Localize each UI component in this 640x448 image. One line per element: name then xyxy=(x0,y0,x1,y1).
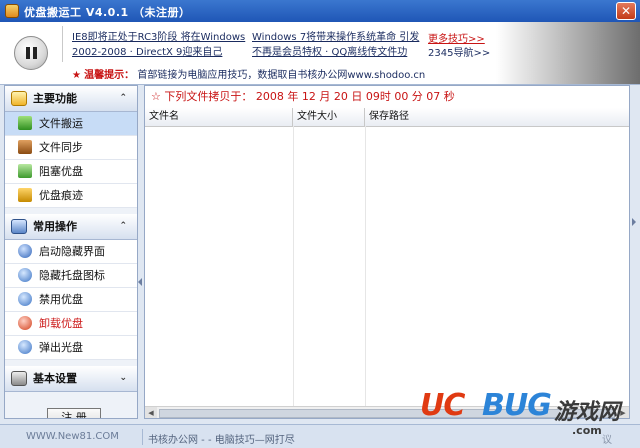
copy-time-header: ☆ 下列文件拷贝于： 2008 年 12 月 20 日 09时 00 分 07 … xyxy=(145,86,629,109)
home-icon xyxy=(11,91,27,106)
collapse-left-arrow-icon[interactable] xyxy=(138,278,142,286)
sidebar-item-file-move[interactable]: 文件搬运 xyxy=(5,112,137,136)
sidebar-item-disable-udisk[interactable]: 禁用优盘 xyxy=(5,288,137,312)
app-logo-icon xyxy=(5,4,19,18)
close-button[interactable]: ✕ xyxy=(616,2,636,20)
header-divider xyxy=(62,26,63,62)
scroll-left-icon[interactable]: ◀ xyxy=(145,407,157,418)
column-save-path[interactable]: 保存路径 xyxy=(365,108,629,126)
window-title: 优盘搬运工 V4.0.1 （未注册） xyxy=(24,6,191,19)
column-divider xyxy=(293,126,294,406)
notice-text: 首部链接为电脑应用技巧，数据取自书核办公网www.shodoo.cn xyxy=(137,70,426,81)
sidebar-item-label: 禁用优盘 xyxy=(39,293,83,306)
section-main-functions[interactable]: 主要功能 ⌃ xyxy=(5,86,137,112)
news-link-2[interactable]: Windows 7将带来操作系统革命 引发 xyxy=(252,28,419,43)
column-file-size[interactable]: 文件大小 xyxy=(293,108,365,126)
disable-icon xyxy=(18,292,32,306)
star-icon: ★ xyxy=(72,70,81,81)
sidebar-item-label: 文件同步 xyxy=(39,141,83,154)
column-divider xyxy=(365,126,366,406)
title-bar[interactable]: 优盘搬运工 V4.0.1 （未注册） ✕ xyxy=(0,0,640,22)
status-site-url: WWW.New81.COM xyxy=(26,431,119,442)
chevron-up-icon[interactable]: ⌃ xyxy=(119,86,127,111)
computer-icon xyxy=(11,219,27,234)
news-link-4[interactable]: 不再是会员特权 · QQ离线传文件功 xyxy=(252,43,407,58)
sidebar-item-hide-tray[interactable]: 隐藏托盘图标 xyxy=(5,264,137,288)
ucbug-watermark-logo: UC BUG 游戏网 .com xyxy=(420,388,634,440)
register-button[interactable]: 注 册 xyxy=(47,408,101,418)
section-basic-settings[interactable]: 基本设置 ⌄ xyxy=(5,366,137,392)
sidebar-item-block-udisk[interactable]: 阻塞优盘 xyxy=(5,160,137,184)
unmount-icon xyxy=(18,316,32,330)
sidebar-item-label: 隐藏托盘图标 xyxy=(39,269,105,282)
checkmark-icon xyxy=(18,116,32,130)
notice-bar: ★ 温馨提示： 首部链接为电脑应用技巧，数据取自书核办公网www.shodoo.… xyxy=(72,66,425,81)
status-slogan: 书核办公网 - - 电脑技巧—网打尽 xyxy=(148,435,295,446)
sidebar-item-label: 阻塞优盘 xyxy=(39,165,83,178)
sidebar-item-label: 优盘痕迹 xyxy=(39,189,83,202)
table-header: 文件名 文件大小 保存路径 xyxy=(145,108,629,127)
chevron-down-icon[interactable]: ⌄ xyxy=(119,366,127,391)
column-file-name[interactable]: 文件名 xyxy=(145,108,293,126)
file-list-panel: ☆ 下列文件拷贝于： 2008 年 12 月 20 日 09时 00 分 07 … xyxy=(144,85,630,419)
power-icon xyxy=(18,244,32,258)
sidebar: 主要功能 ⌃ 文件搬运 文件同步 阻塞优盘 优盘痕迹 常用操作 ⌃ 启动隐藏界面 xyxy=(4,85,138,419)
section-title: 主要功能 xyxy=(33,92,77,105)
news-link-3[interactable]: 2002-2008 · DirectX 9迎来自己 xyxy=(72,43,222,58)
expand-right-arrow-icon[interactable] xyxy=(632,218,636,226)
eject-icon xyxy=(18,340,32,354)
pause-button[interactable] xyxy=(14,36,48,70)
header-panel: IE8即将正处于RC3阶段 将在Windows Windows 7将带来操作系统… xyxy=(0,22,640,85)
sidebar-item-launch-hidden[interactable]: 启动隐藏界面 xyxy=(5,240,137,264)
sidebar-item-file-sync[interactable]: 文件同步 xyxy=(5,136,137,160)
briefcase-icon xyxy=(18,140,32,154)
watermark-cn: 游戏网 xyxy=(554,400,621,425)
section-title: 常用操作 xyxy=(33,220,77,233)
sidebar-item-label: 文件搬运 xyxy=(39,117,83,130)
sidebar-item-label: 卸载优盘 xyxy=(39,317,83,330)
sidebar-item-eject-cd[interactable]: 弹出光盘 xyxy=(5,336,137,360)
udisk-traces-icon xyxy=(18,188,32,202)
sidebar-item-label: 弹出光盘 xyxy=(39,341,83,354)
watermark-bug: BUG xyxy=(482,388,552,423)
more-tips-link[interactable]: 更多技巧>> xyxy=(428,30,485,45)
watermark-com: .com xyxy=(572,424,602,437)
watermark-uc: UC xyxy=(420,388,465,423)
sidebar-item-udisk-traces[interactable]: 优盘痕迹 xyxy=(5,184,137,208)
udisk-block-icon xyxy=(18,164,32,178)
notice-label: 温馨提示： xyxy=(84,70,135,81)
news-link-1[interactable]: IE8即将正处于RC3阶段 将在Windows xyxy=(72,28,245,43)
info-icon xyxy=(18,268,32,282)
sidebar-item-unmount-udisk[interactable]: 卸载优盘 xyxy=(5,312,137,336)
section-title: 基本设置 xyxy=(33,372,77,385)
section-common-ops[interactable]: 常用操作 ⌃ xyxy=(5,214,137,240)
chevron-up-icon[interactable]: ⌃ xyxy=(119,214,127,239)
landscape-banner-image xyxy=(496,22,640,84)
nav-2345-link[interactable]: 2345导航>> xyxy=(428,44,490,59)
right-splitter[interactable] xyxy=(630,85,640,419)
wrench-icon xyxy=(11,371,27,386)
status-divider xyxy=(142,429,143,445)
sidebar-item-label: 启动隐藏界面 xyxy=(39,245,105,258)
app-window: 优盘搬运工 V4.0.1 （未注册） ✕ IE8即将正处于RC3阶段 将在Win… xyxy=(0,0,640,448)
